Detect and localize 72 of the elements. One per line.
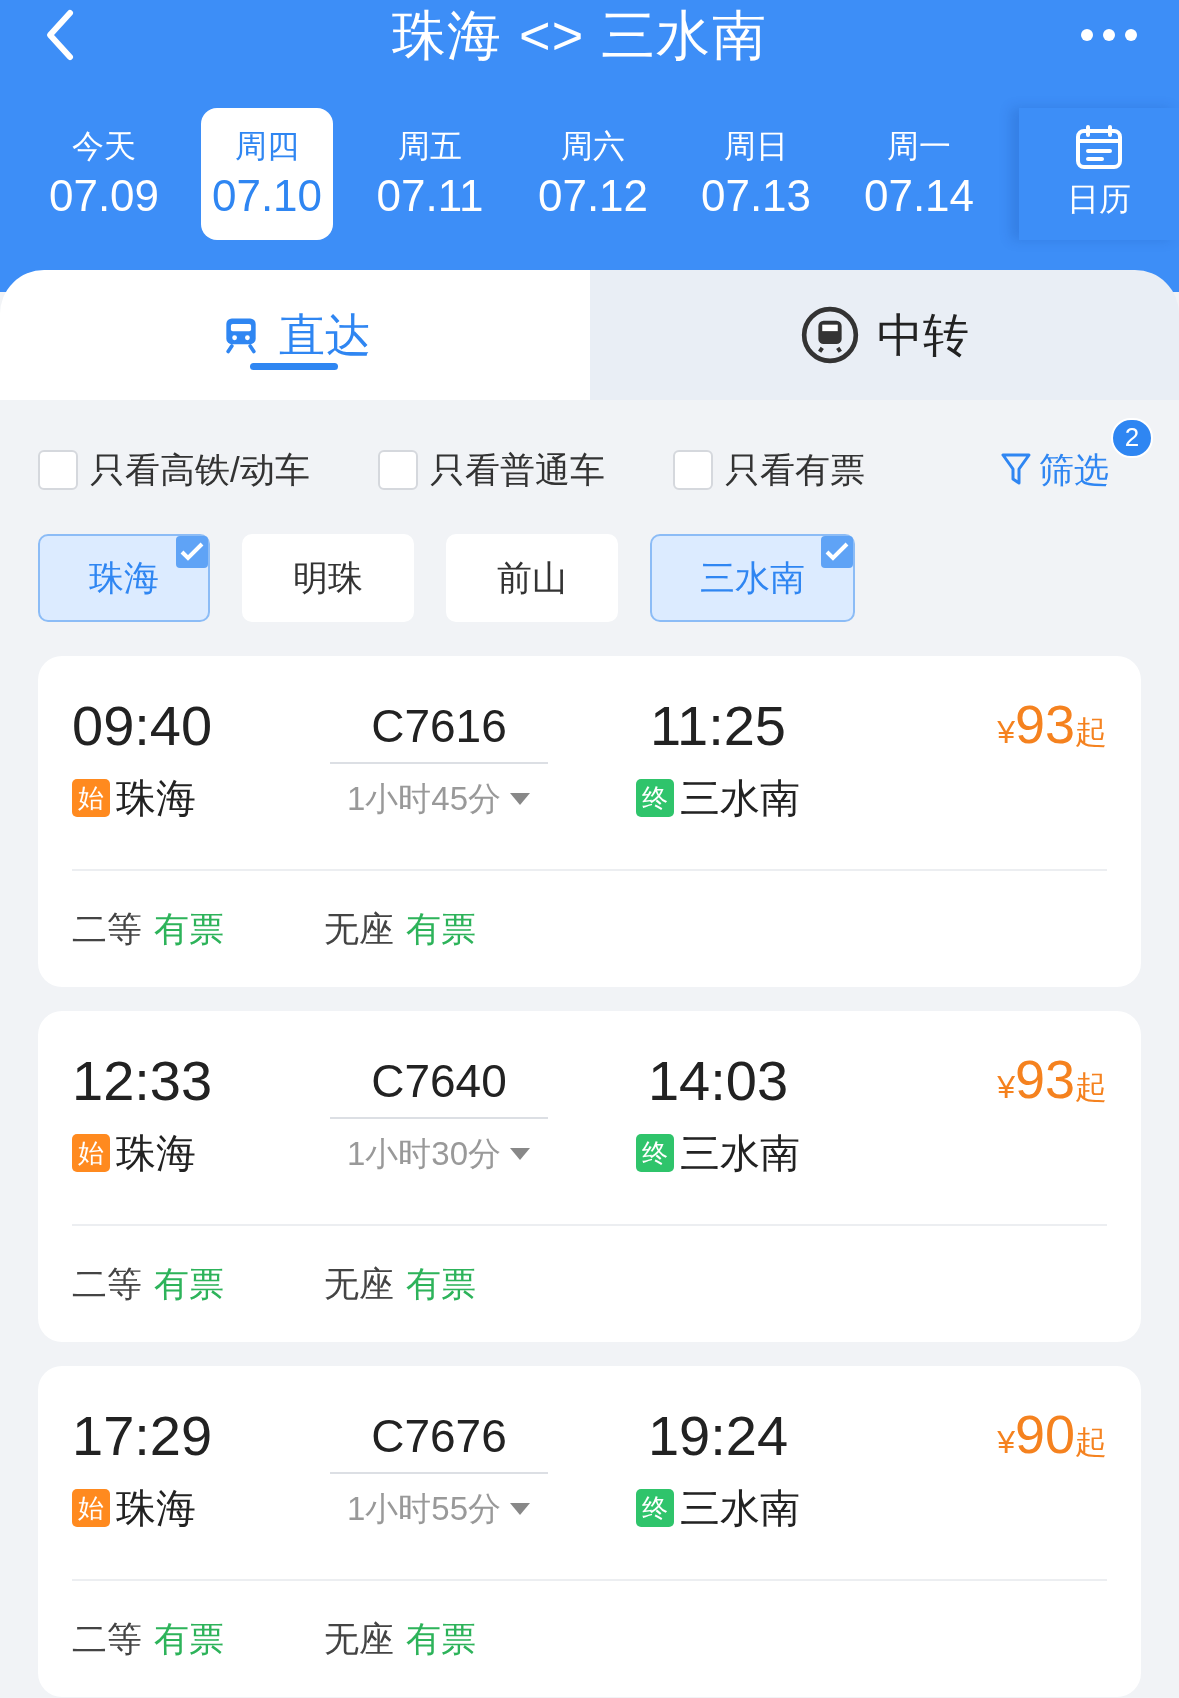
origin-tag: 始 (72, 1134, 110, 1172)
seat-availability: 有票 (154, 1262, 224, 1305)
duration: 1小时45分 (346, 779, 502, 819)
destination-station: 三水南 (680, 775, 800, 822)
mode-tab[interactable]: 直达 (0, 270, 590, 400)
seat-class: 无座 (324, 907, 394, 950)
duration: 1小时30分 (346, 1134, 502, 1174)
calendar-icon (1074, 125, 1124, 171)
filter-button[interactable]: 筛选 (1001, 443, 1109, 497)
terminal-tag: 终 (636, 1489, 674, 1527)
arrival-time: 14:03 (647, 1049, 789, 1113)
terminal-tag: 终 (636, 779, 674, 817)
train-number: C7616 (330, 694, 548, 764)
origin-tag: 始 (72, 779, 110, 817)
mode-tab[interactable]: 中转 (589, 270, 1179, 400)
seat-availability: 有票 (406, 1262, 476, 1305)
terminal-tag: 终 (636, 1134, 674, 1172)
origin-tag: 始 (72, 1489, 110, 1527)
arrival-time: 11:25 (650, 694, 786, 758)
seat-class: 二等 (72, 1617, 142, 1660)
checkbox[interactable] (377, 450, 418, 490)
station-chip[interactable]: 明珠 (242, 534, 414, 622)
checkbox-label: 只看有票 (724, 448, 865, 491)
departure-time: 09:40 (72, 694, 214, 758)
duration: 1小时55分 (346, 1489, 502, 1529)
date-tab[interactable]: 今天 07.09 (38, 108, 170, 240)
origin-station: 珠海 (116, 1485, 196, 1532)
seat-availability: 有票 (406, 907, 476, 950)
seat-class: 二等 (72, 907, 142, 950)
seat-availability: 有票 (154, 1617, 224, 1660)
origin-station: 珠海 (116, 775, 196, 822)
seat-class: 无座 (324, 1262, 394, 1305)
train-card[interactable]: 17:29 始 珠海 C7676 1小时55分 19:24 终 三水南 ¥90起 二等 有票 无座 有票 (38, 1366, 1141, 1697)
check-icon (821, 536, 853, 568)
caret-icon[interactable] (509, 791, 532, 806)
date-tab[interactable]: 周一 07.14 (853, 108, 985, 240)
date-tab[interactable]: 周五 07.11 (364, 108, 496, 240)
seat-availability: 有票 (406, 1617, 476, 1660)
count-badge: 2 (1111, 417, 1153, 458)
origin-station: 珠海 (116, 1130, 196, 1177)
check-icon (176, 536, 208, 568)
filter-icon (1001, 453, 1031, 487)
checkbox[interactable] (672, 450, 713, 490)
caret-icon[interactable] (509, 1146, 532, 1161)
checkbox-label: 只看高铁/动车 (90, 448, 310, 491)
train-card[interactable]: 09:40 始 珠海 C7616 1小时45分 11:25 终 三水南 ¥93起 二等 有票 无座 有票 (38, 656, 1141, 987)
train-number: C7676 (330, 1404, 548, 1474)
seat-availability: 有票 (154, 907, 224, 950)
destination-station: 三水南 (680, 1130, 800, 1177)
caret-icon[interactable] (509, 1501, 532, 1516)
station-chip[interactable]: 前山 (446, 534, 618, 622)
departure-time: 12:33 (72, 1049, 214, 1113)
date-tab[interactable]: 周日 07.13 (690, 108, 822, 240)
date-tab[interactable]: 周四 07.10 (201, 108, 333, 240)
checkbox-label: 只看普通车 (429, 448, 605, 491)
station-chip[interactable]: 珠海 (38, 534, 210, 622)
station-chip[interactable]: 三水南 (650, 534, 855, 622)
date-tab[interactable]: 周六 07.12 (527, 108, 659, 240)
arrival-time: 19:24 (647, 1404, 789, 1468)
destination-station: 三水南 (680, 1485, 800, 1532)
departure-time: 17:29 (72, 1404, 214, 1468)
calendar-button[interactable]: 日历 (1019, 108, 1179, 240)
window-title: 珠海 <> 三水南 (391, 3, 768, 67)
price: ¥93起 (997, 1049, 1107, 1111)
train-card[interactable]: 12:33 始 珠海 C7640 1小时30分 14:03 终 三水南 ¥93起 二等 有票 无座 有票 (38, 1011, 1141, 1342)
price: ¥90起 (997, 1404, 1107, 1466)
seat-class: 无座 (324, 1617, 394, 1660)
price: ¥93起 (997, 694, 1107, 756)
more-icon[interactable] (1079, 27, 1139, 43)
seat-class: 二等 (72, 1262, 142, 1305)
train-number: C7640 (330, 1049, 548, 1119)
checkbox[interactable] (38, 450, 78, 490)
